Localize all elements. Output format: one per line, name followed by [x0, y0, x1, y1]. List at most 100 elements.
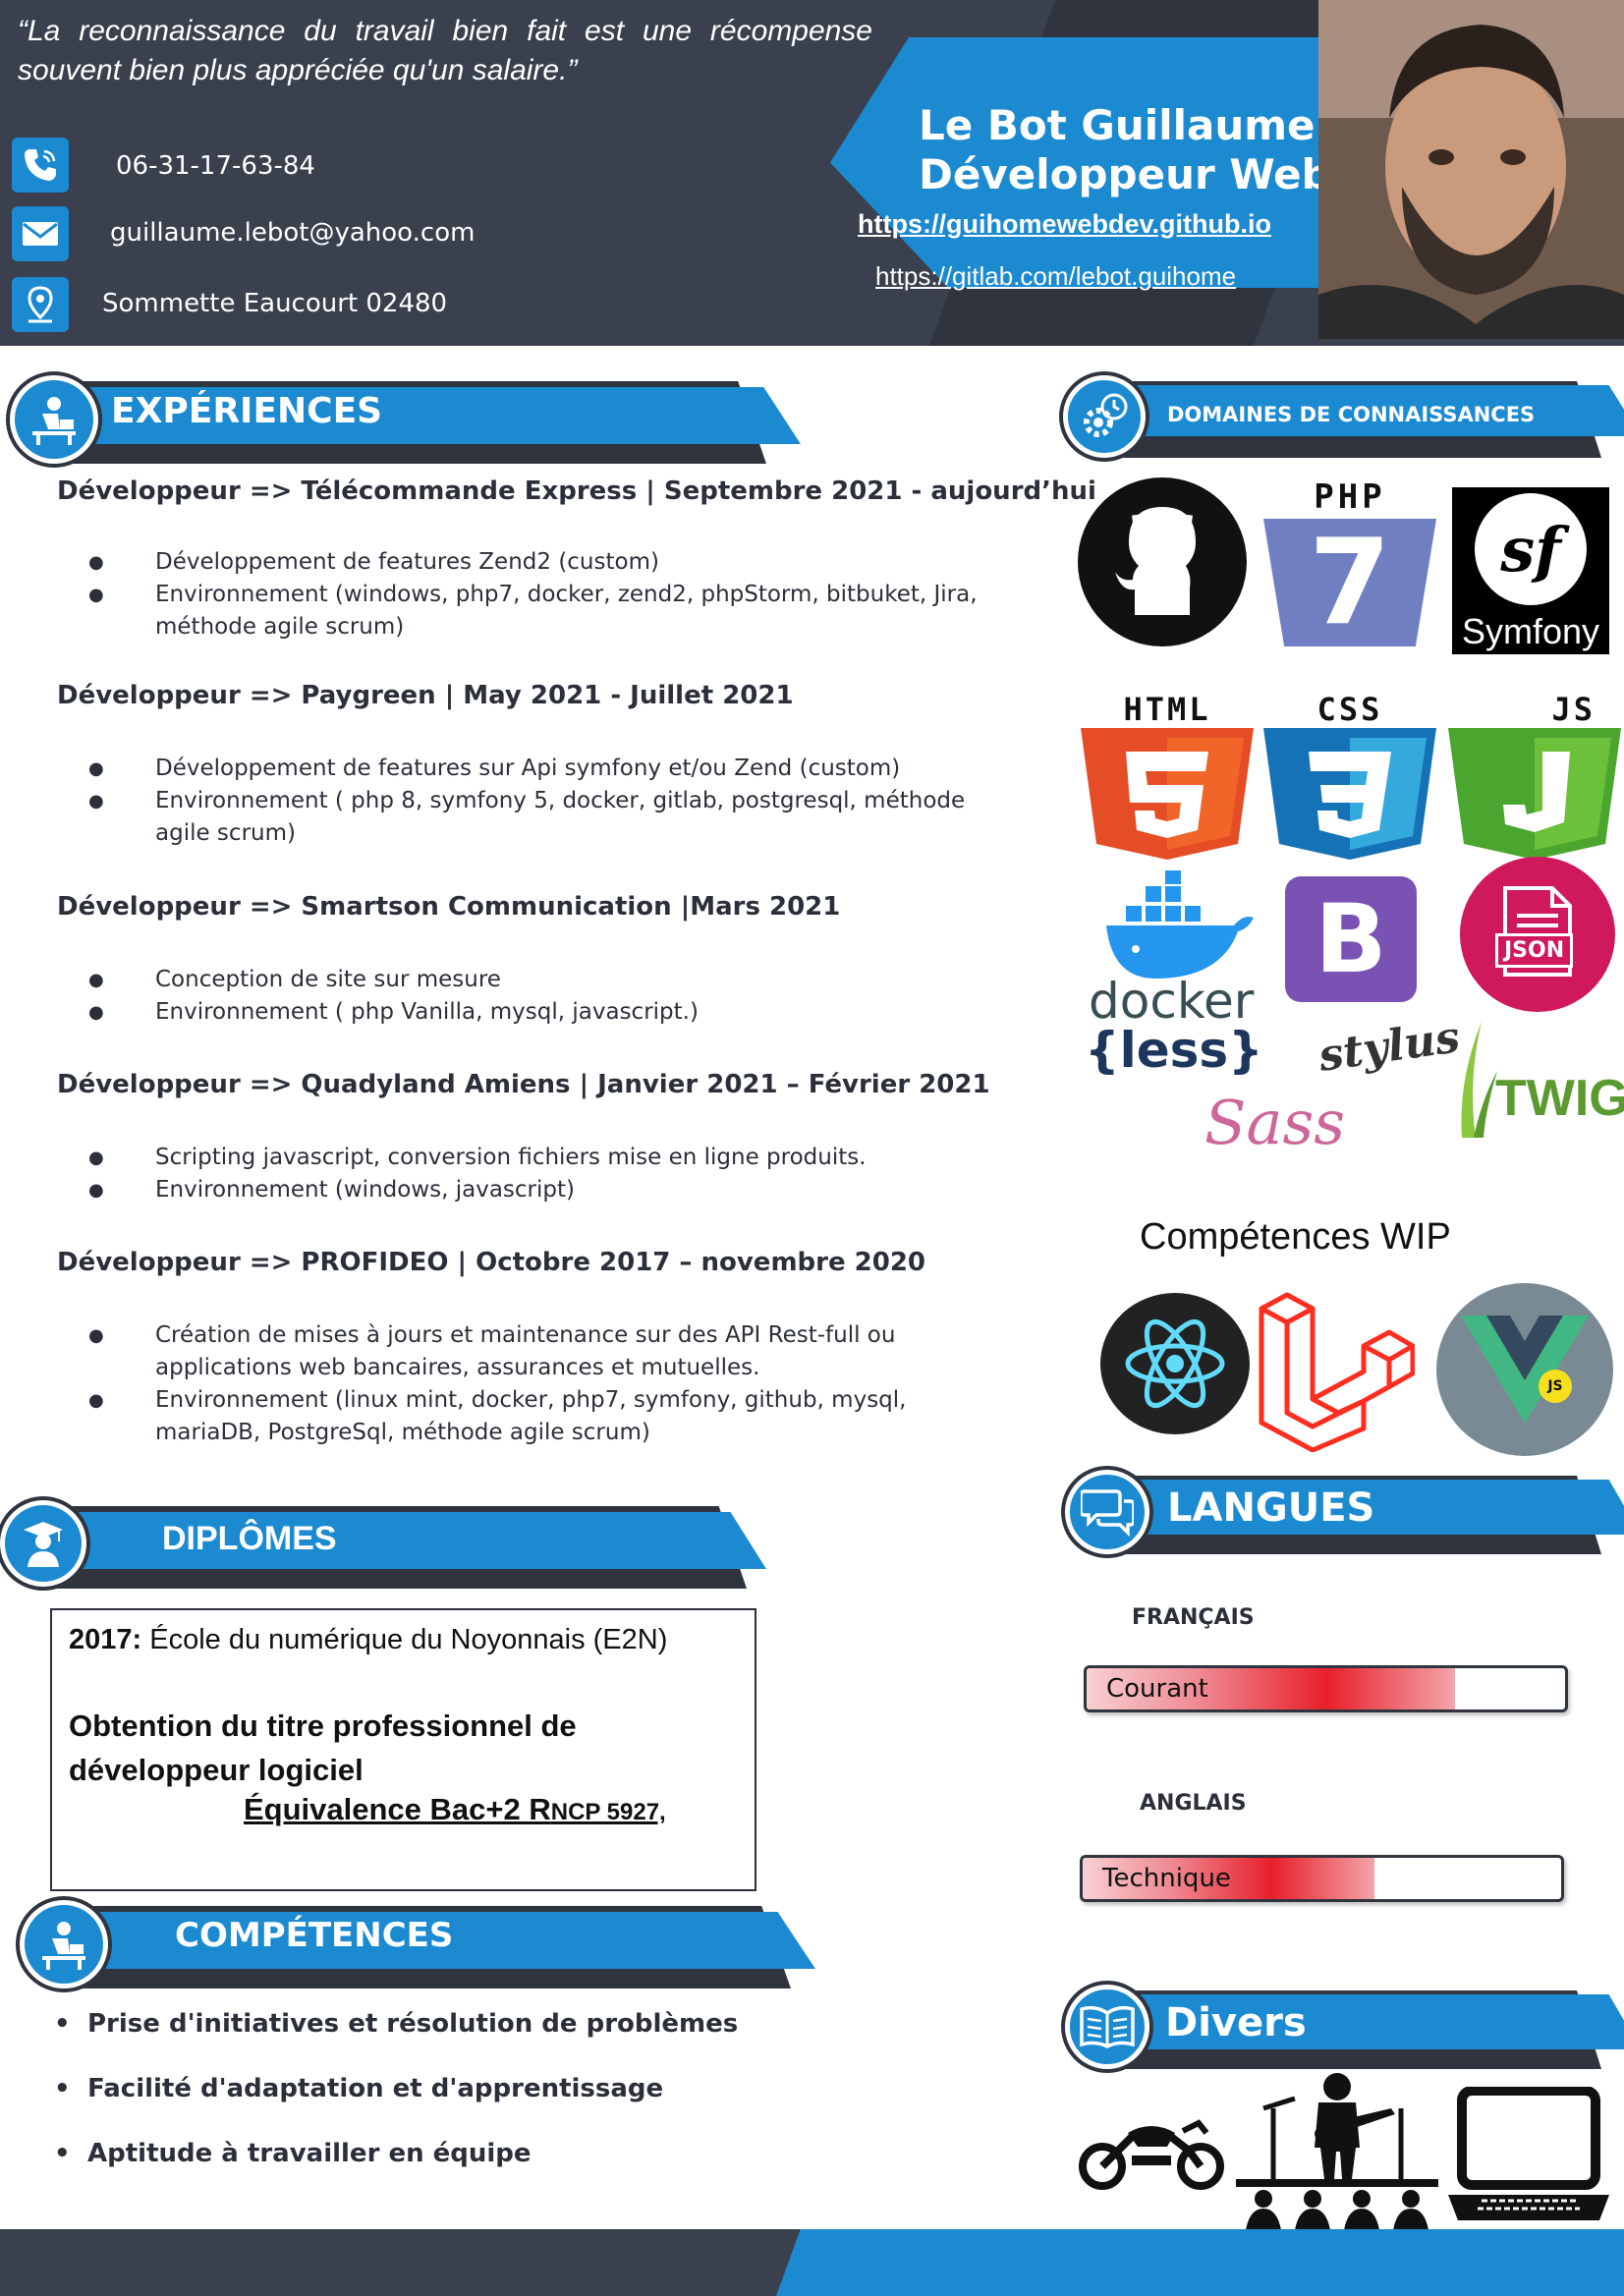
job-title-4: Développeur => Quadyland Amiens | Janvie… [57, 1070, 990, 1099]
sass-logo: Sass [1204, 1087, 1346, 1158]
divers-banner: Divers [1061, 1981, 1624, 2075]
skill-item: • Prise d'initiatives et résolution de pr… [54, 2009, 739, 2039]
skill-label: Aptitude à travailler en équipe [87, 2139, 532, 2168]
phone-number[interactable]: 06-31-17-63-84 [116, 151, 315, 181]
twig-label: TWIG [1495, 1070, 1624, 1127]
desk-worker-icon [20, 1900, 108, 1988]
experiences-heading: EXPÉRIENCES [111, 391, 383, 431]
job-2-bullets: Développement de features sur Api symfon… [88, 753, 992, 850]
diplome-year: 2017: [69, 1624, 142, 1655]
chat-bubbles-icon [1065, 1470, 1149, 1554]
person-name: Le Bot Guillaume [919, 101, 1316, 149]
skill-item: • Facilité d'adaptation et d'apprentissag… [54, 2074, 664, 2103]
twig-logo: TWIG [1452, 1022, 1624, 1138]
domaines-heading: DOMAINES DE CONNAISSANCES [1167, 403, 1536, 426]
langues-banner: LANGUES [1061, 1466, 1624, 1560]
list-item: Conception de site sur mesure [88, 964, 992, 996]
job-1-bullets: Développement de features Zend2 (custom)… [88, 546, 992, 644]
diplomes-heading: DIPLÔMES [162, 1520, 337, 1557]
list-item: Environnement (linux mint, docker, php7,… [88, 1384, 992, 1449]
competences-heading: COMPÉTENCES [175, 1916, 454, 1955]
portfolio-link[interactable]: https://guihomewebdev.github.io [858, 209, 1271, 240]
bootstrap-logo: B [1285, 876, 1417, 1002]
job-title-1: Développeur => Télécommande Express | Se… [57, 476, 1096, 506]
job-title-2: Développeur => Paygreen | May 2021 - Jui… [57, 681, 794, 710]
list-item: Scripting javascript, conversion fichier… [88, 1142, 992, 1174]
list-item: Création de mises à jours et maintenance… [88, 1319, 992, 1384]
footer [0, 2229, 1624, 2296]
location-icon [12, 277, 69, 332]
skill-label: Facilité d'adaptation et d'apprentissage [87, 2074, 664, 2103]
list-item: Environnement (windows, javascript) [88, 1174, 992, 1206]
language-level-bar: Technique [1080, 1855, 1564, 1902]
guitarist-concert-icon [1234, 2069, 1440, 2230]
list-item: Environnement (windows, php7, docker, ze… [88, 579, 992, 644]
address: Sommette Eaucourt 02480 [102, 289, 448, 318]
desk-worker-icon [10, 375, 98, 464]
json-label: JSON [1495, 933, 1574, 968]
book-icon [1065, 1985, 1149, 2069]
html5-logo: HTML [1079, 691, 1256, 860]
php7-logo: PHP 7 [1261, 477, 1438, 654]
vue-js-badge: JS [1539, 1370, 1572, 1403]
mail-icon [12, 206, 69, 261]
laravel-logo [1258, 1291, 1415, 1452]
equivalence-rncp: NCP 5927, [550, 1799, 666, 1825]
email-address[interactable]: guillaume.lebot@yahoo.com [110, 218, 475, 248]
footer-accent [776, 2229, 1624, 2296]
competences-banner: COMPÉTENCES [0, 1898, 825, 1996]
diplome-school: École du numérique du Noyonnais (E2N) [141, 1624, 668, 1655]
symfony-label: Symfony [1461, 611, 1600, 651]
less-logo: {less} [1085, 1022, 1263, 1079]
stylus-logo: stylus [1316, 1012, 1463, 1082]
js-logo: JS [1446, 691, 1623, 860]
php-label: PHP [1314, 477, 1386, 517]
domaines-banner: DOMAINES DE CONNAISSANCES [1061, 375, 1624, 464]
equivalence-main: Équivalence Bac+2 R [244, 1792, 551, 1826]
css3-logo: CSS [1261, 691, 1438, 860]
vuejs-logo: JS [1436, 1283, 1613, 1456]
react-logo [1100, 1293, 1250, 1434]
json-logo: JSON [1460, 857, 1615, 1012]
job-4-bullets: Scripting javascript, conversion fichier… [88, 1142, 992, 1206]
divers-heading: Divers [1165, 2000, 1307, 2045]
skill-item: • Aptitude à travailler en équipe [54, 2139, 532, 2168]
profile-photo [1318, 0, 1624, 339]
wip-heading: Compétences WIP [1140, 1216, 1451, 1258]
job-3-bullets: Conception de site sur mesure Environnem… [88, 964, 992, 1029]
experiences-banner: EXPÉRIENCES [0, 375, 806, 474]
list-item: Développement de features sur Api symfon… [88, 753, 992, 785]
github-logo [1075, 477, 1250, 646]
language-name: ANGLAIS [1140, 1791, 1247, 1816]
laptop-icon [1440, 2085, 1617, 2226]
diplome-school-line: 2017: École du numérique du Noyonnais (E… [69, 1624, 667, 1656]
diplome-equivalence: Équivalence Bac+2 RNCP 5927, [244, 1792, 666, 1827]
language-level-bar: Courant [1084, 1665, 1568, 1712]
html-label: HTML [1123, 691, 1211, 728]
diplomes-banner: DIPLÔMES [0, 1500, 786, 1598]
job-title-3: Développeur => Smartson Communication |M… [57, 892, 841, 922]
motorcycle-icon [1071, 2106, 1232, 2195]
job-title-5: Développeur => PROFIDEO | Octobre 2017 –… [57, 1248, 926, 1277]
list-item: Environnement ( php 8, symfony 5, docker… [88, 785, 992, 850]
diplome-title: Obtention du titre professionnel de déve… [69, 1708, 577, 1787]
graduate-icon [0, 1500, 86, 1587]
diplome-box: 2017: École du numérique du Noyonnais (E… [50, 1608, 756, 1891]
gitlab-link[interactable]: https://gitlab.com/lebot.guihome [875, 261, 1236, 292]
php-version: 7 [1309, 515, 1391, 651]
css-label: CSS [1316, 691, 1383, 728]
language-level-label: Courant [1106, 1674, 1208, 1704]
job-5-bullets: Création de mises à jours et maintenance… [88, 1319, 992, 1449]
symfony-logo: sf Symfony [1452, 487, 1609, 654]
langues-heading: LANGUES [1167, 1485, 1375, 1531]
docker-logo: docker [1089, 870, 1254, 1030]
job-title: Développeur Web [919, 150, 1331, 198]
phone-icon [12, 138, 69, 193]
language-name: FRANÇAIS [1132, 1605, 1255, 1630]
language-level-label: Technique [1102, 1864, 1231, 1893]
list-item: Développement de features Zend2 (custom) [88, 546, 992, 579]
gear-clock-icon [1063, 375, 1146, 458]
list-item: Environnement ( php Vanilla, mysql, java… [88, 996, 992, 1029]
quote: “La reconnaissance du travail bien fait … [18, 15, 872, 86]
skill-label: Prise d'initiatives et résolution de pro… [87, 2009, 739, 2039]
